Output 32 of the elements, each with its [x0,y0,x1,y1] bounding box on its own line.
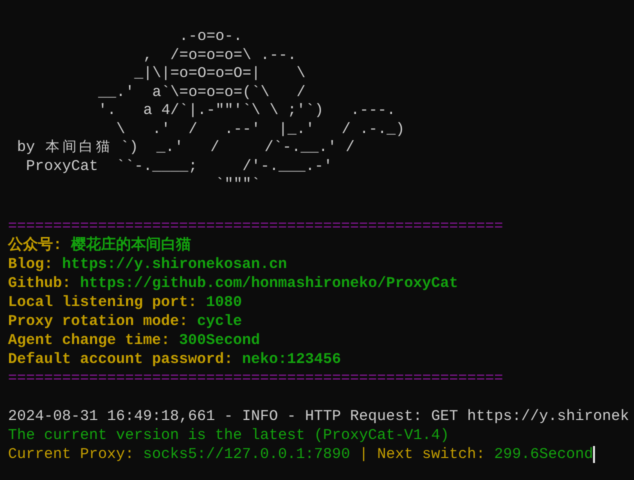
ascii-art-line: _|\|=o=O=o=O=| \ [133,65,307,84]
ascii-art-line: ProxyCat ``-.____; /'-.___.-' [25,158,334,176]
log-label: Current Proxy: [8,445,134,464]
ascii-art-line: `"""` [214,176,262,194]
log-text: 2024-08-31 16:49:18,661 - INFO - HTTP Request: GET https://y.shironek [8,407,630,426]
separator-line: ======================================================= [8,369,504,388]
info-label: 公众号: [8,236,62,255]
ascii-art-line: __.' a`\=o=o=o=(`\ / [97,84,307,102]
info-value: 300Second [179,331,260,350]
log-label: | [359,445,368,464]
info-label: Agent change time: [8,331,170,350]
info-value: https://y.shironekosan.cn [62,255,288,274]
info-value: https://github.com/honmashironeko/ProxyCat [80,274,458,293]
info-value: cycle [197,312,242,331]
info-label: Github: [8,274,72,293]
info-value: neko:123456 [242,350,342,369]
log-value: 299.6Second [494,445,594,464]
ascii-art-line: by 本间白猫 `) _.' / /`-.__.' / [16,139,356,158]
info-label: Blog: [8,255,54,274]
info-label: Proxy rotation mode: [8,312,188,331]
info-label: Default account password: [8,350,234,369]
info-value: 樱花庄的本间白猫 [71,236,192,255]
separator-line: ======================================================= [8,217,504,236]
ascii-art-line: \ .' / .--' |_.' / .-._) [115,120,406,139]
log-label: Next switch: [377,445,486,464]
info-value: 1080 [206,293,242,312]
ascii-art-line: .-o=o-. [178,28,244,46]
log-value: socks5://127.0.0.1:7890 [143,445,350,464]
ascii-art-line: '. a 4/`|.-""'`\ \ ;'`) .---. [97,102,397,120]
log-value: The current version is the latest (ProxyCat-V1.4) [8,426,450,445]
ascii-art-line: , /=o=o=o=\ .--. [142,46,298,65]
info-label: Local listening port: [8,293,198,312]
